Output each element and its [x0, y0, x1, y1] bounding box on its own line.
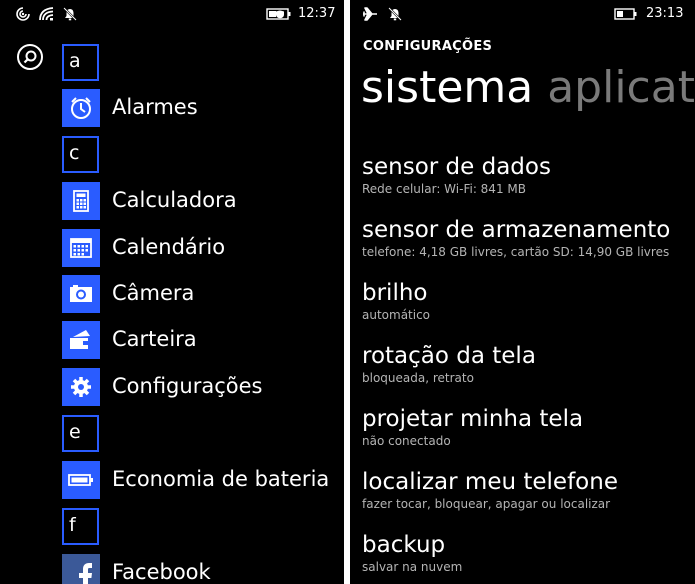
status-clock: 23:13: [646, 6, 684, 21]
jump-letter-e[interactable]: e: [62, 415, 99, 452]
app-item-carteira[interactable]: Carteira: [62, 321, 344, 359]
nfc-icon: [16, 7, 30, 21]
app-tile: [62, 229, 100, 267]
setting-title: localizar meu telefone: [362, 469, 618, 495]
pivot-header: sistema aplicat: [361, 62, 695, 113]
facebook-icon: [79, 563, 92, 584]
setting-title: sensor de armazenamento: [362, 217, 671, 243]
letter-label: f: [69, 514, 76, 536]
app-label: Configurações: [112, 374, 263, 398]
wallet-icon: [70, 330, 90, 349]
setting-title: brilho: [362, 280, 428, 306]
app-tile: [62, 89, 100, 127]
app-item-alarmes[interactable]: Alarmes: [62, 89, 344, 127]
setting-localizar-meu-telefone[interactable]: localizar meu telefone fazer tocar, bloq…: [362, 469, 695, 519]
app-label: Alarmes: [112, 95, 198, 119]
setting-title: projetar minha tela: [362, 406, 584, 432]
app-label: Facebook: [112, 560, 211, 584]
app-item-configuracoes[interactable]: Configurações: [62, 368, 344, 406]
page-title: CONFIGURAÇÕES: [363, 39, 493, 54]
setting-title: rotação da tela: [362, 343, 536, 369]
setting-projetar-minha-tela[interactable]: projetar minha tela não conectado: [362, 406, 695, 456]
app-item-calendario[interactable]: Calendário: [62, 229, 344, 267]
setting-subtitle: Rede celular: Wi-Fi: 841 MB: [362, 182, 526, 196]
letter-label: c: [69, 142, 80, 164]
letter-label: e: [69, 421, 81, 443]
jump-letter-f[interactable]: f: [62, 508, 99, 545]
quiet-hours-icon: [63, 7, 77, 21]
app-tile: [62, 321, 100, 359]
gear-icon: [71, 377, 91, 397]
pivot-item-sistema[interactable]: sistema: [361, 62, 533, 113]
app-label: Calculadora: [112, 188, 237, 212]
search-button[interactable]: [17, 44, 43, 70]
battery-icon: [614, 8, 637, 20]
wifi-icon: [39, 7, 54, 21]
letter-label: a: [69, 50, 81, 72]
status-clock: 12:37: [298, 6, 336, 21]
setting-subtitle: não conectado: [362, 434, 451, 448]
app-item-calculadora[interactable]: Calculadora: [62, 182, 344, 220]
app-item-facebook[interactable]: Facebook: [62, 554, 344, 584]
app-label: Câmera: [112, 281, 195, 305]
pivot-item-aplicativos[interactable]: aplicat: [547, 62, 695, 113]
app-list-screen: 12:37 a Alarmes c Calculadora Calendário…: [0, 0, 344, 584]
app-item-economia-de-bateria[interactable]: Economia de bateria: [62, 461, 344, 499]
app-tile: [62, 368, 100, 406]
app-tile: [62, 461, 100, 499]
calendar-icon: [70, 238, 92, 258]
setting-title: sensor de dados: [362, 154, 551, 180]
battery-saver-icon: [266, 8, 291, 20]
setting-subtitle: salvar na nuvem: [362, 560, 463, 574]
jump-letter-a[interactable]: a: [62, 44, 99, 81]
app-label: Calendário: [112, 235, 226, 259]
status-bar: 12:37: [0, 0, 344, 28]
app-label: Economia de bateria: [112, 467, 330, 491]
setting-title: backup: [362, 532, 446, 558]
battery-icon: [68, 474, 93, 486]
setting-sensor-de-armazenamento[interactable]: sensor de armazenamento telefone: 4,18 G…: [362, 217, 695, 267]
search-icon: [23, 50, 37, 64]
airplane-icon: [363, 7, 377, 21]
status-bar: 23:13: [350, 0, 695, 28]
setting-subtitle: telefone: 4,18 GB livres, cartão SD: 14,…: [362, 245, 670, 259]
jump-letter-c[interactable]: c: [62, 136, 99, 173]
app-tile: [62, 182, 100, 220]
setting-rotacao-da-tela[interactable]: rotação da tela bloqueada, retrato: [362, 343, 695, 393]
setting-subtitle: fazer tocar, bloquear, apagar ou localiz…: [362, 497, 611, 511]
setting-backup[interactable]: backup salvar na nuvem: [362, 532, 695, 582]
settings-screen: 23:13 CONFIGURAÇÕES sistema aplicat sens…: [350, 0, 695, 584]
calculator-icon: [73, 190, 89, 212]
app-tile: [62, 275, 100, 313]
alarm-clock-icon: [71, 97, 91, 119]
setting-sensor-de-dados[interactable]: sensor de dados Rede celular: Wi-Fi: 841…: [362, 154, 695, 204]
setting-brilho[interactable]: brilho automático: [362, 280, 695, 330]
camera-icon: [70, 285, 92, 302]
setting-subtitle: bloqueada, retrato: [362, 371, 474, 385]
app-tile: [62, 554, 100, 584]
setting-subtitle: automático: [362, 308, 431, 322]
app-label: Carteira: [112, 327, 197, 351]
quiet-hours-icon: [388, 7, 402, 21]
app-item-camera[interactable]: Câmera: [62, 275, 344, 313]
